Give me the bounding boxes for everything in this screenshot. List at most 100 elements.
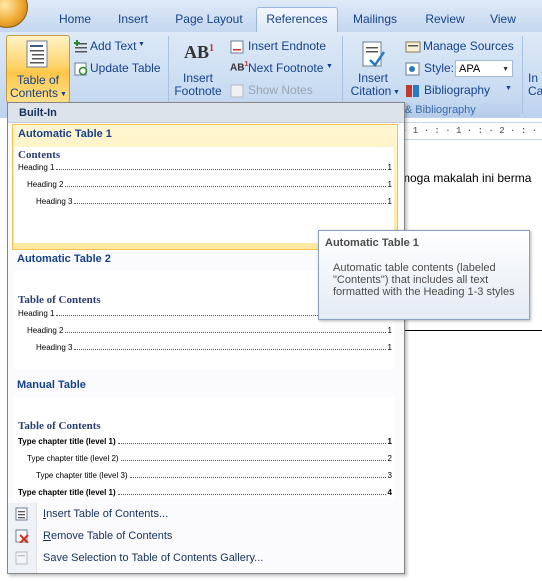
update-table-button[interactable]: Update Table — [74, 61, 166, 79]
insert-citation-button[interactable]: Insert Citation ▼ — [346, 39, 400, 101]
manage-sources-button[interactable]: Manage Sources — [405, 39, 521, 57]
preview-line-page: 1 — [387, 326, 392, 335]
preview-line: Heading 3 1 — [36, 342, 392, 352]
chevron-down-icon: ▼ — [60, 91, 67, 98]
insert-caption-line2: Ca — [528, 84, 542, 98]
toc-preview: Table of Contents Type chapter title (le… — [14, 397, 394, 499]
tab-home[interactable]: Home — [52, 8, 98, 30]
tab-mailings[interactable]: Mailings — [344, 8, 406, 30]
style-icon — [405, 62, 420, 76]
remove-toc-command[interactable]: Remove Table of Contents — [43, 526, 172, 546]
preview-title: Contents — [18, 149, 61, 161]
preview-line: Heading 2 1 — [27, 325, 392, 335]
group-separator — [522, 36, 523, 114]
preview-line: Type chapter title (level 2) 2 — [27, 453, 392, 463]
add-text-button[interactable]: Add Text ▼ — [74, 39, 164, 57]
preview-title: Table of Contents — [18, 294, 101, 306]
preview-line: Heading 2 1 — [27, 179, 392, 189]
save-selection-icon — [15, 551, 28, 565]
insert-toc-icon — [15, 507, 28, 521]
refresh-icon — [74, 62, 88, 76]
tooltip-title: Automatic Table 1 — [325, 237, 419, 249]
section-header-built-in: Built-In — [8, 103, 404, 123]
insert-citation-line2: Citation — [350, 84, 392, 98]
add-text-icon — [74, 40, 87, 53]
insert-footnote-button[interactable]: AB1 Insert Footnote — [172, 39, 224, 101]
preview-line-page: 1 — [387, 180, 392, 189]
preview-line: Heading 3 1 — [36, 196, 392, 206]
toc-dropdown: Built-In Automatic Table 1 Contents Head… — [7, 102, 405, 574]
show-notes-icon — [230, 84, 244, 98]
remove-toc-label: emove Table of Contents — [50, 530, 173, 542]
preview-line-page: 2 — [387, 454, 392, 463]
insert-footnote-line2: Footnote — [174, 84, 222, 98]
document-text: moga makalah ini berma — [400, 171, 532, 185]
preview-line: Type chapter title (level 1) 1 — [18, 436, 392, 446]
tab-insert[interactable]: Insert — [108, 8, 158, 30]
style-select-value: APA — [459, 63, 481, 75]
document-icon — [26, 40, 48, 68]
show-notes-label: Show Notes — [248, 83, 313, 97]
footnote-icon: AB1 — [184, 42, 215, 62]
preview-line-page: 3 — [387, 471, 392, 480]
chevron-down-icon: ▼ — [138, 41, 145, 48]
gallery-item-title: Automatic Table 1 — [18, 128, 112, 140]
next-footnote-label: Next Footnote — [248, 61, 324, 75]
style-label: Style: — [424, 61, 455, 75]
add-text-label: Add Text — [90, 39, 137, 53]
document-rule-line — [402, 330, 542, 331]
preview-line-label: Heading 1 — [18, 163, 55, 172]
preview-line-page: 1 — [387, 197, 392, 206]
chevron-down-icon: ▼ — [505, 85, 512, 92]
insert-endnote-label: Insert Endnote — [248, 39, 327, 53]
preview-line-label: Heading 2 — [27, 180, 64, 189]
next-footnote-icon: AB1 — [230, 61, 249, 74]
manage-sources-label: Manage Sources — [423, 39, 514, 53]
next-footnote-button[interactable]: AB1 Next Footnote ▼ — [230, 61, 334, 79]
tooltip-description: Automatic table contents (labeled "Conte… — [333, 262, 515, 298]
insert-endnote-button[interactable]: Insert Endnote — [230, 39, 330, 57]
bibliography-icon — [406, 85, 419, 97]
remove-toc-icon — [15, 529, 29, 543]
style-select[interactable]: APA ▼ — [455, 60, 513, 77]
preview-line-label: Heading 3 — [36, 343, 73, 352]
gallery-item-manual-table[interactable]: Manual Table Table of Contents Type chap… — [12, 377, 396, 499]
table-of-contents-button[interactable]: Table of Contents ▼ — [6, 35, 70, 103]
preview-line-label: Heading 2 — [27, 326, 64, 335]
update-table-label: Update Table — [90, 61, 161, 75]
insert-toc-command[interactable]: Insert Table of Contents... — [43, 504, 168, 524]
tab-references[interactable]: References — [256, 7, 338, 33]
style-label-group: Style: — [405, 61, 455, 79]
preview-line-page: 1 — [387, 343, 392, 352]
tab-review[interactable]: Review — [418, 8, 472, 30]
preview-line-label: Type chapter title (level 1) — [18, 488, 116, 497]
bibliography-label: Bibliography — [424, 83, 491, 97]
mnemonic-r: R — [43, 530, 51, 542]
document-page[interactable] — [402, 118, 542, 583]
preview-line: Type chapter title (level 1) 4 — [18, 487, 392, 497]
chevron-down-icon: ▼ — [502, 66, 509, 73]
bibliography-button[interactable]: Bibliography ▼ — [405, 83, 515, 101]
preview-line-label: Heading 3 — [36, 197, 73, 206]
preview-line-page: 4 — [387, 488, 392, 497]
gallery-item-title: Manual Table — [17, 379, 86, 391]
preview-line-label: Type chapter title (level 3) — [36, 471, 128, 480]
toc-label-line2: Contents — [9, 86, 59, 100]
preview-title: Table of Contents — [18, 420, 101, 432]
preview-line-label: Type chapter title (level 2) — [27, 454, 119, 463]
toc-preview: Contents Heading 1 1 Heading 2 1 Heading 3… — [14, 147, 394, 243]
insert-toc-label: nsert Table of Contents... — [46, 508, 169, 520]
tooltip: Automatic Table 1 Automatic table conten… — [318, 230, 530, 320]
chevron-down-icon: ▼ — [393, 89, 400, 96]
horizontal-ruler[interactable]: · 1 · : · 1 · : · 2 · : · 3 · : · 4 · — [402, 122, 542, 140]
manage-sources-icon — [405, 41, 421, 53]
preview-line-page: 1 — [387, 163, 392, 172]
tab-page-layout[interactable]: Page Layout — [168, 8, 250, 30]
tab-view[interactable]: View — [482, 8, 524, 30]
show-notes-button[interactable]: Show Notes — [230, 83, 320, 99]
endnote-icon — [230, 40, 244, 54]
insert-caption-button[interactable]: In Ca — [526, 39, 542, 101]
gallery-item-title: Automatic Table 2 — [17, 253, 111, 265]
preview-line-label: Heading 1 — [18, 309, 55, 318]
save-selection-command[interactable]: Save Selection to Table of Contents Gall… — [43, 548, 263, 568]
